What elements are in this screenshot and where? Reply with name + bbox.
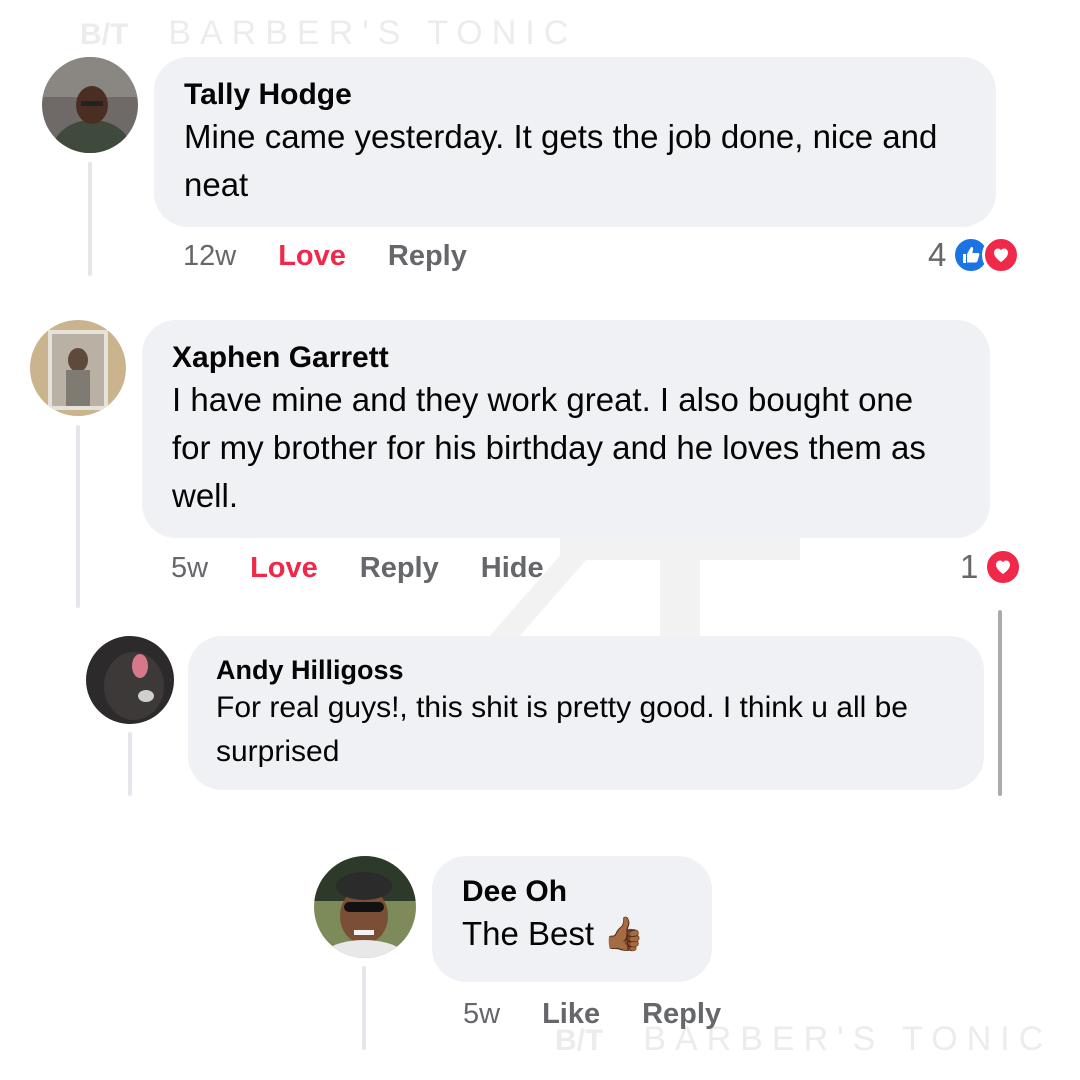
watermark-top: B/T BARBER'S TONIC (80, 14, 577, 53)
comment-bubble[interactable]: Dee Oh The Best 👍🏾 (432, 856, 712, 982)
thread-line (88, 162, 92, 276)
reactions-summary[interactable]: 4 (928, 236, 1021, 274)
love-reaction-icon (984, 548, 1023, 586)
reply-button[interactable]: Reply (360, 552, 439, 585)
reply-button[interactable]: Reply (388, 240, 467, 273)
thumbs-up-emoji-icon: 👍🏾 (603, 915, 645, 952)
hide-button[interactable]: Hide (481, 552, 544, 585)
comment-author[interactable]: Dee Oh (462, 874, 682, 910)
comment-author[interactable]: Xaphen Garrett (172, 340, 960, 376)
comment-timestamp[interactable]: 5w (463, 998, 500, 1031)
watermark-brand: BARBER'S TONIC (168, 14, 578, 52)
avatar-xaphen-garrett[interactable] (30, 320, 126, 416)
comment-text-row: The Best 👍🏾 (462, 910, 682, 958)
comment-text: For real guys!, this shit is pretty good… (216, 691, 908, 768)
comment-timestamp[interactable]: 5w (171, 552, 208, 585)
love-button[interactable]: Love (278, 240, 346, 273)
watermark-monogram: B/T (80, 18, 129, 51)
reaction-count: 1 (960, 548, 979, 585)
love-button[interactable]: Love (250, 552, 318, 585)
comment-author[interactable]: Tally Hodge (184, 77, 966, 113)
comment-bubble[interactable]: Xaphen Garrett I have mine and they work… (142, 320, 990, 538)
thread-line (76, 425, 80, 608)
avatar-dee-oh[interactable] (314, 856, 416, 958)
comment-bubble[interactable]: Tally Hodge Mine came yesterday. It gets… (154, 57, 996, 227)
comment-text: I have mine and they work great. I also … (172, 381, 926, 514)
comment-bubble[interactable]: Andy Hilligoss For real guys!, this shit… (188, 636, 984, 790)
comment-actions: 5w Love Reply Hide (171, 552, 586, 585)
comment-text: Mine came yesterday. It gets the job don… (184, 118, 938, 203)
comment-text: The Best (462, 915, 595, 952)
comment-actions: 5w Like Reply (463, 998, 763, 1031)
avatar-andy-hilligoss[interactable] (86, 636, 174, 724)
reactions-summary[interactable]: 1 (960, 548, 1023, 586)
reply-thread-line (998, 610, 1002, 796)
comment-actions: 12w Love Reply (183, 240, 509, 273)
comment-author[interactable]: Andy Hilligoss (216, 654, 956, 686)
thread-line (362, 966, 366, 1050)
comment-timestamp[interactable]: 12w (183, 240, 236, 273)
reply-button[interactable]: Reply (642, 998, 721, 1031)
thread-line (128, 732, 132, 796)
reaction-count: 4 (928, 236, 947, 273)
love-reaction-icon (982, 236, 1021, 274)
avatar-tally-hodge[interactable] (42, 57, 138, 153)
like-button[interactable]: Like (542, 998, 600, 1031)
